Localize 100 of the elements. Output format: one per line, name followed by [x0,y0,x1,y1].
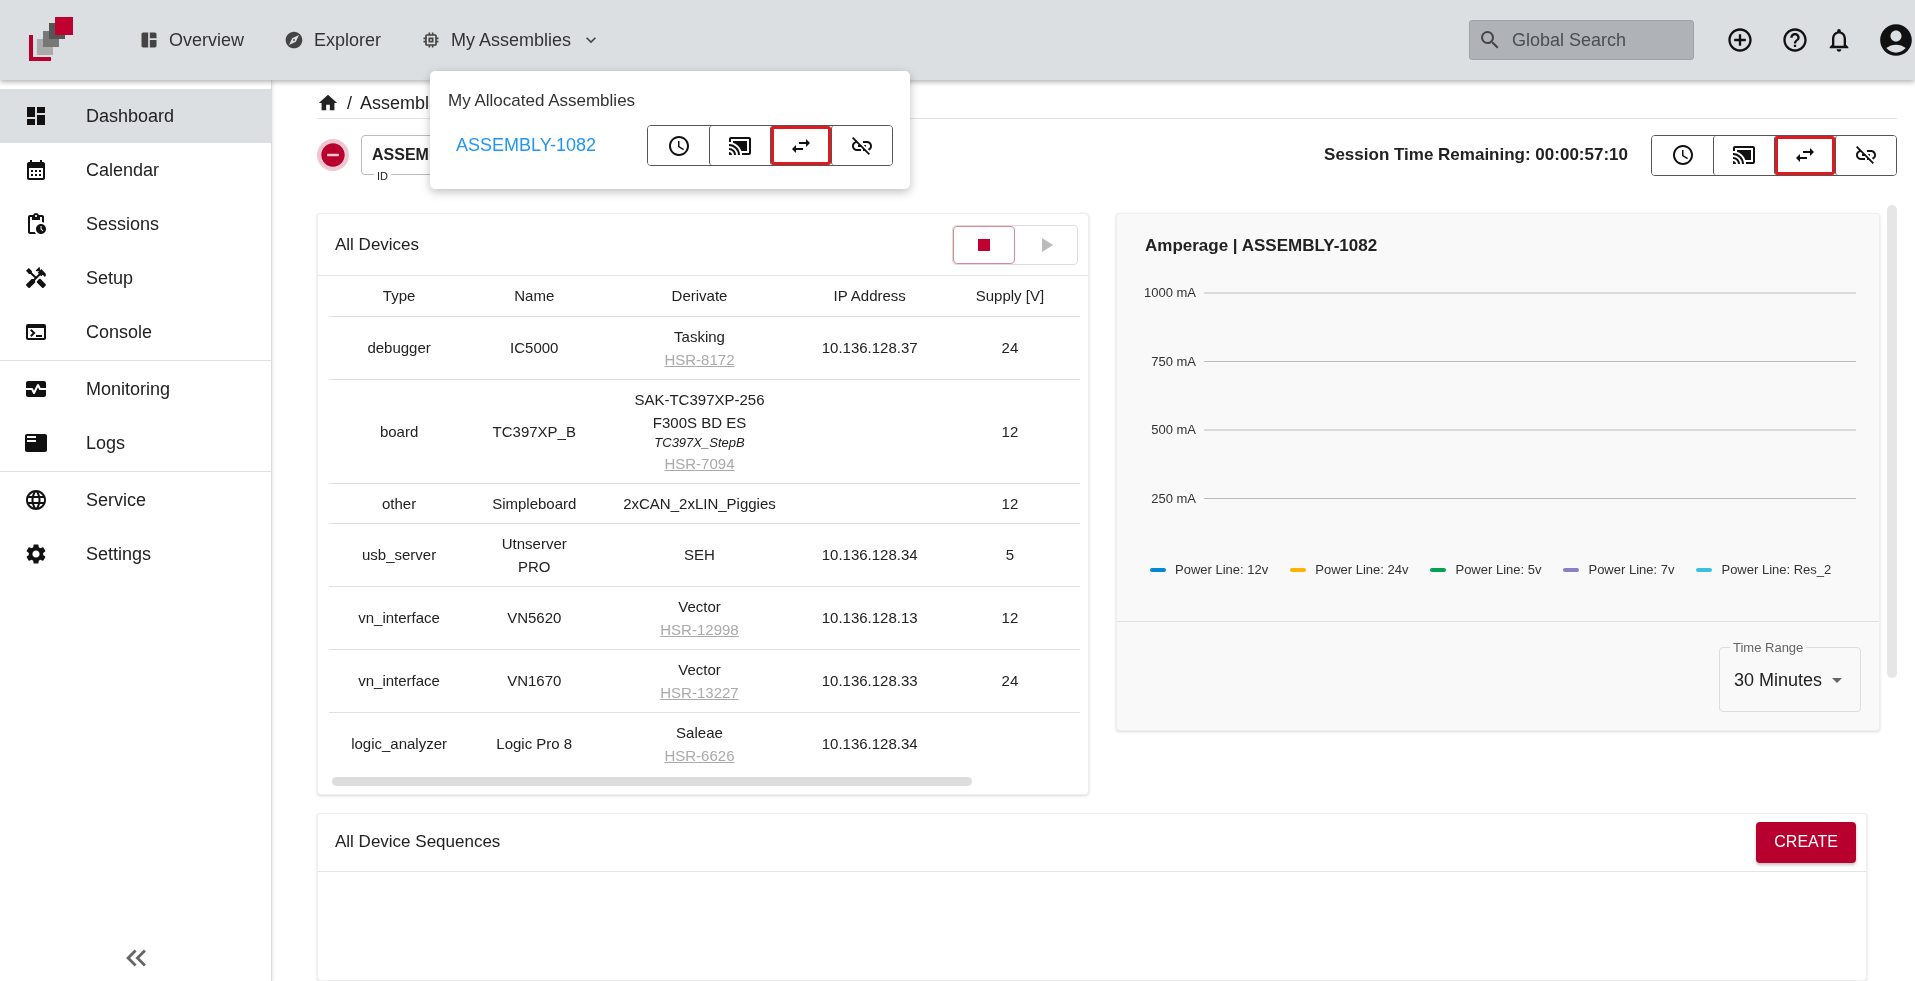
add-icon[interactable] [1726,26,1754,54]
legend-label: Power Line: 12v [1175,562,1269,578]
create-button[interactable]: CREATE [1756,821,1856,863]
sidebar-item[interactable]: Monitoring [0,362,271,416]
stop-button[interactable] [953,225,1015,264]
breadcrumb-link[interactable]: Assembl [360,92,430,114]
sidebar-item-label: Monitoring [86,378,171,400]
tools-icon [24,266,48,290]
table-cell-text: Tasking [673,326,726,347]
time-range-select[interactable]: Time Range 30 Minutes [1719,640,1861,713]
legend-label: Power Line: 24v [1315,562,1409,578]
chip-icon [421,30,442,50]
sidebar-item[interactable]: Sessions [0,197,271,251]
settings-icon [24,542,48,566]
table-cell: Utnserver PRO [501,534,567,575]
horizontal-scrollbar[interactable] [332,776,972,786]
sidebar-item-label: Dashboard [86,105,175,127]
table-cell: 10.136.128.34 [821,735,918,753]
table-cell: logic_analyzer [351,735,448,753]
sidebar-item-label: Logs [86,432,126,454]
sidebar-item[interactable]: Settings [0,527,271,581]
table-cell-text: Saleae [675,722,724,743]
clock-icon [666,133,691,158]
axis-tick-label: 500 mA [1151,422,1196,438]
axis-tick-label: 1000 mA [1143,285,1196,301]
axis-tick-label: 250 mA [1151,490,1196,506]
table-cell-text: SAK-TC397XP-256 F300S BD ES [633,389,766,433]
sidebar-item-label: Console [86,321,153,343]
table-cell: 24 [1001,672,1019,690]
table-cell: IC5000 [510,339,559,357]
globe-icon [24,488,48,512]
chart-title: Amperage | ASSEMBLY-1082 [1144,235,1379,257]
column-header: IP Address [799,276,940,317]
table-cell: VN1670 [507,672,562,690]
table-cell: board [379,422,419,440]
vertical-scrollbar[interactable] [1887,205,1897,679]
card-title: All Devices [335,234,420,255]
table-cell: Simpleboard [492,494,577,512]
table-cell: 12 [1001,494,1019,512]
table-cell-text: 2xCAN_2xLIN_Piggies [622,493,777,514]
sidebar-item-label: Sessions [86,213,160,235]
table-cell: TC397XP_B [492,422,576,440]
session-time-text: Session Time Remaining: 00:00:57:10 [1324,145,1628,166]
table-cell: 10.136.128.34 [821,546,918,564]
dashboard-icon [139,30,159,50]
table-cell: 24 [1001,339,1019,357]
swap-button[interactable] [1774,135,1835,175]
sidebar-item[interactable]: Setup [0,251,271,305]
compass-icon [284,30,304,50]
search-field[interactable]: Global Search [1469,20,1694,60]
table-cell-text: Vector [677,596,722,617]
column-header: Type [329,276,470,317]
sidebar-item-label: Calendar [86,159,160,181]
popup-title: My Allocated Assemblies [448,91,637,111]
table-cell: usb_server [362,546,437,564]
axis-tick-label: 750 mA [1151,353,1196,369]
sidebar-item[interactable]: Logs [0,416,271,470]
table-cell: VN5620 [507,609,562,627]
list-screen-icon [24,431,48,455]
calendar-icon [24,158,48,182]
legend-label: Power Line: Res_2 [1721,562,1832,578]
column-header: Name [469,276,600,317]
unlink-button[interactable] [1835,135,1896,175]
column-header: Supply [V] [939,276,1080,317]
table-cell: Logic Pro 8 [496,735,573,753]
sidebar-item-label: Service [86,489,147,511]
remove-button[interactable] [317,139,349,172]
legend-label: Power Line: 5v [1455,562,1542,578]
column-header: Derivate [599,276,800,317]
sidebar-item-label: Settings [86,543,152,565]
table-cell: vn_interface [358,672,440,690]
nav-link[interactable]: Overview [139,29,244,51]
table-cell-text: SEH [683,545,716,566]
clock-icon [1670,143,1695,168]
help-icon[interactable] [1781,26,1809,54]
sidebar-item-label: Setup [86,267,134,289]
table-cell: 12 [1001,609,1019,627]
legend-label: Power Line: 7v [1588,562,1675,578]
nav-link[interactable]: My Assemblies [421,29,602,51]
table-cell: 12 [1001,422,1019,440]
table-cell-text: Vector [677,659,722,680]
breadcrumb-separator: / [347,92,352,114]
account-avatar-icon[interactable] [1877,21,1915,59]
table-cell: debugger [367,339,431,357]
table-cell: other [382,494,417,512]
unlink-button[interactable] [831,126,892,165]
sidebar-item[interactable]: Console [0,305,271,359]
card-title: All Device Sequences [335,832,501,853]
sidebar-item[interactable]: Service [0,473,271,527]
table-cell: 10.136.128.33 [821,672,918,690]
sidebar-item[interactable]: Dashboard [0,89,271,143]
swap-button[interactable] [770,126,831,165]
nav-link[interactable]: Explorer [284,29,382,51]
dropdown-arrow-icon [1832,677,1843,683]
table-cell: vn_interface [358,609,440,627]
table-cell: 10.136.128.37 [821,339,918,357]
variant-text: TC397X_StepB [653,433,746,452]
sidebar-item[interactable]: Calendar [0,143,271,197]
dashboard-icon [24,104,48,128]
table-cell: 5 [1005,546,1015,564]
